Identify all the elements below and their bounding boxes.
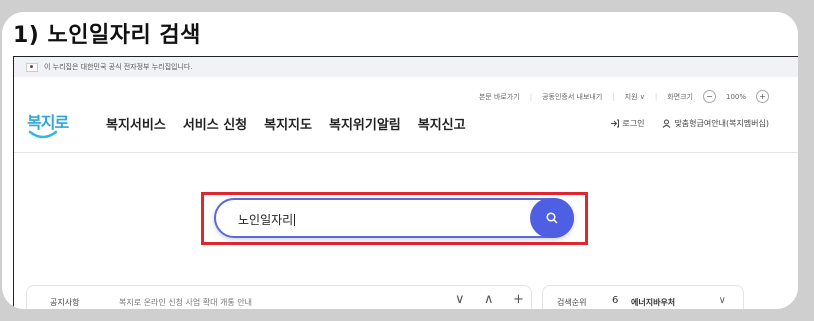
zoom-label: 화면크기: [667, 92, 693, 101]
search-input[interactable]: 노인일자리: [238, 211, 296, 228]
divider: |: [654, 92, 658, 101]
user-links: 로그인 맞춤형급여안내(복지멤버십): [610, 118, 769, 129]
notice-label: 공지사항: [50, 298, 80, 307]
ranking-number: 6: [612, 295, 619, 306]
step-title: 1) 노인일자리 검색: [13, 23, 201, 48]
login-icon: [611, 119, 620, 128]
divider: |: [529, 92, 533, 101]
logo-smile-icon: [28, 130, 58, 139]
zoom-in-button[interactable]: +: [756, 90, 769, 103]
custom-benefit-label: 맞춤형급여안내(복지멤버십): [674, 119, 769, 128]
nav-welfare-map[interactable]: 복지지도: [264, 114, 312, 133]
custom-benefit-link[interactable]: 맞춤형급여안내(복지멤버십): [662, 118, 769, 129]
search-value: 노인일자리: [238, 213, 294, 227]
step-card: 1) 노인일자리 검색 이 누리집은 대한민국 공식 전자정부 누리집입니다. …: [2, 12, 798, 309]
ranking-keyword[interactable]: 에너지바우처: [631, 297, 675, 308]
search-box: 노인일자리: [214, 198, 574, 238]
ranking-expand-button[interactable]: ∨: [719, 295, 726, 306]
login-label: 로그인: [622, 119, 645, 128]
divider: |: [612, 92, 615, 101]
zoom-value: 100%: [725, 92, 746, 101]
notice-item[interactable]: 복지로 온라인 신청 사업 확대 개통 안내: [119, 297, 252, 308]
search-button[interactable]: [530, 198, 574, 238]
text-caret: [294, 214, 296, 226]
ranking-label: 검색순위: [557, 298, 587, 307]
language-select[interactable]: 지원 ∨: [625, 92, 645, 102]
header-divider: [14, 152, 798, 153]
utility-bar: 본문 바로가기 | 공동인증서 내보내기 | 지원 ∨ | 화면크기 − 100…: [479, 90, 769, 103]
search-ranking-panel: 검색순위 6 에너지바우처 ∨: [542, 285, 744, 309]
notice-prev-button[interactable]: ∧: [484, 292, 494, 307]
search-icon: [546, 212, 558, 224]
main-nav: 복지서비스 서비스 신청 복지지도 복지위기알림 복지신고: [106, 114, 466, 133]
gov-banner: 이 누리집은 대한민국 공식 전자정부 누리집입니다.: [14, 57, 798, 77]
nav-crisis-alert[interactable]: 복지위기알림: [329, 114, 401, 133]
gov-banner-text: 이 누리집은 대한민국 공식 전자정부 누리집입니다.: [44, 63, 193, 71]
nav-service-application[interactable]: 서비스 신청: [183, 114, 247, 133]
notice-panel: 공지사항 복지로 온라인 신청 사업 확대 개통 안내 ∨ ∧ +: [26, 285, 532, 309]
person-icon: [663, 119, 671, 128]
zoom-out-button[interactable]: −: [702, 90, 716, 103]
nav-welfare-report[interactable]: 복지신고: [418, 114, 466, 133]
korea-flag-icon: [26, 62, 38, 72]
website-screenshot: 이 누리집은 대한민국 공식 전자정부 누리집입니다. 본문 바로가기 | 공동…: [13, 56, 798, 309]
notice-next-button[interactable]: ∨: [455, 292, 465, 307]
notice-more-button[interactable]: +: [513, 292, 524, 307]
cert-export-link[interactable]: 공동인증서 내보내기: [542, 92, 602, 102]
login-link[interactable]: 로그인: [610, 118, 644, 129]
skip-link[interactable]: 본문 바로가기: [479, 92, 520, 102]
nav-welfare-services[interactable]: 복지서비스: [106, 114, 166, 133]
